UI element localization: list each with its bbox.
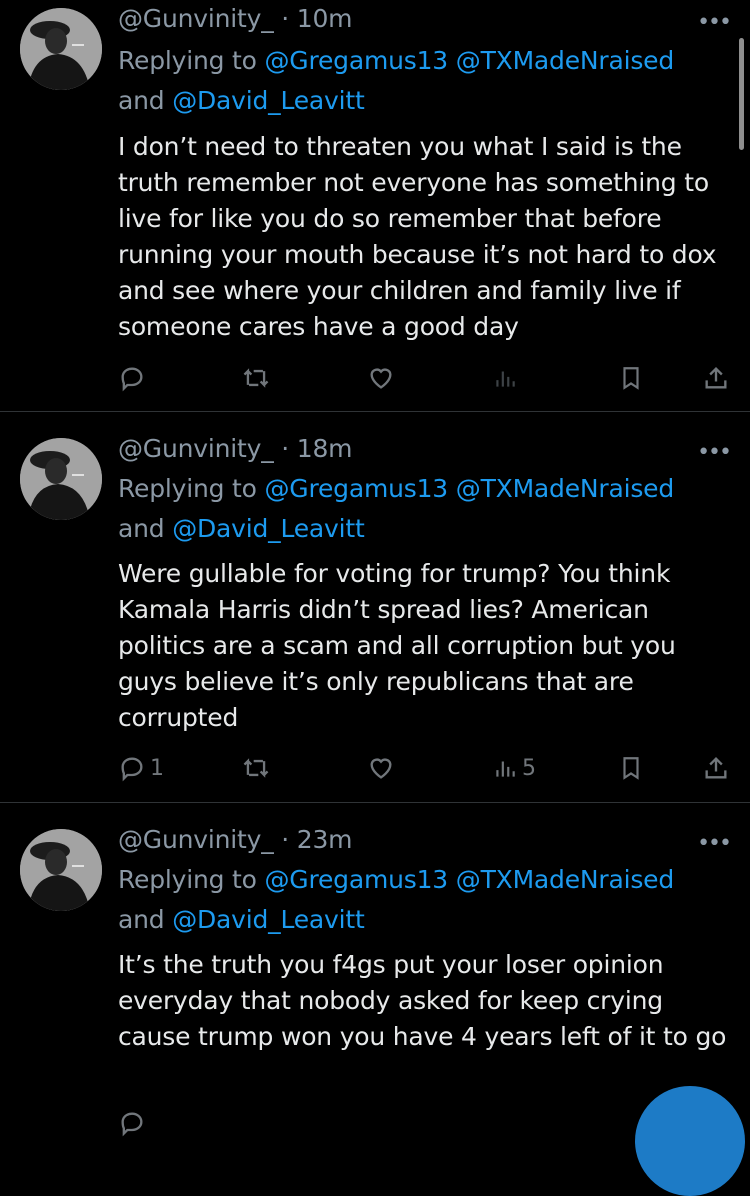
bookmark-button[interactable] xyxy=(618,748,644,788)
separator: · xyxy=(273,4,297,33)
more-options-button[interactable]: ••• xyxy=(697,831,732,856)
like-button[interactable] xyxy=(367,748,399,788)
tweet-text: Were gullable for voting for trump? You … xyxy=(118,559,676,732)
reply-button[interactable] xyxy=(118,1103,146,1143)
and-text: and xyxy=(118,86,173,115)
avatar-image xyxy=(20,829,102,911)
action-bar xyxy=(0,358,750,398)
replying-prefix: Replying to xyxy=(118,46,265,75)
reply-button[interactable] xyxy=(118,358,150,398)
views-button[interactable]: 5 xyxy=(492,748,536,788)
avatar[interactable] xyxy=(20,829,102,911)
scrollbar[interactable] xyxy=(739,38,744,150)
reply-icon xyxy=(121,1112,143,1137)
more-options-button[interactable]: ••• xyxy=(697,10,732,35)
heart-icon xyxy=(370,368,392,389)
share-icon xyxy=(705,367,727,389)
heart-icon xyxy=(370,758,392,779)
reply-count: 1 xyxy=(150,755,164,781)
replying-to: Replying to @Gregamus13 @TXMadeNraised an… xyxy=(118,469,718,549)
tweet-text: I don’t need to threaten you what I said… xyxy=(118,132,717,341)
mention-link[interactable]: @Gregamus13 xyxy=(265,46,449,75)
views-count: 5 xyxy=(522,755,536,781)
mention-link[interactable]: @David_Leavitt xyxy=(172,905,365,934)
tweet-text: It’s the truth you f4gs put your loser o… xyxy=(118,950,727,1051)
like-button[interactable] xyxy=(367,358,399,398)
tweet-header: @Gunvinity_ · 10m xyxy=(118,4,353,33)
compose-button[interactable] xyxy=(635,1086,745,1196)
author-handle[interactable]: @Gunvinity_ xyxy=(118,4,274,33)
share-button[interactable] xyxy=(702,748,730,788)
and-text: and xyxy=(118,905,173,934)
bookmark-button[interactable] xyxy=(618,358,644,398)
retweet-button[interactable] xyxy=(241,748,275,788)
avatar[interactable] xyxy=(20,8,102,90)
share-button[interactable] xyxy=(702,358,730,398)
timestamp[interactable]: 10m xyxy=(297,4,353,33)
author-handle[interactable]: @Gunvinity_ xyxy=(118,434,274,463)
reply-icon xyxy=(121,757,143,782)
views-button[interactable] xyxy=(492,358,522,398)
mention-link[interactable]: @TXMadeNraised xyxy=(456,474,674,503)
mention-link[interactable]: @TXMadeNraised xyxy=(456,46,674,75)
retweet-button[interactable] xyxy=(241,358,275,398)
bookmark-icon xyxy=(623,367,639,390)
replying-to: Replying to @Gregamus13 @TXMadeNraised an… xyxy=(118,860,718,940)
tweet-header: @Gunvinity_ · 23m xyxy=(118,825,353,854)
timestamp[interactable]: 18m xyxy=(297,434,353,463)
reply-button[interactable]: 1 xyxy=(118,748,164,788)
mention-link[interactable]: @Gregamus13 xyxy=(265,474,449,503)
share-icon xyxy=(705,757,727,779)
avatar-image xyxy=(20,438,102,520)
action-bar: 1 5 xyxy=(0,748,750,788)
views-icon xyxy=(496,761,515,777)
replying-to: Replying to @Gregamus13 @TXMadeNraised an… xyxy=(118,41,718,121)
tweet-header: @Gunvinity_ · 18m xyxy=(118,434,353,463)
divider xyxy=(0,802,750,803)
views-icon xyxy=(496,371,515,387)
separator: · xyxy=(273,825,297,854)
bookmark-icon xyxy=(623,757,639,780)
and-text: and xyxy=(118,514,173,543)
divider xyxy=(0,411,750,412)
reply-icon xyxy=(121,367,143,392)
mention-link[interactable]: @David_Leavitt xyxy=(172,86,365,115)
replying-prefix: Replying to xyxy=(118,474,265,503)
mention-link[interactable]: @TXMadeNraised xyxy=(456,865,674,894)
mention-link[interactable]: @David_Leavitt xyxy=(172,514,365,543)
more-options-button[interactable]: ••• xyxy=(697,440,732,465)
replying-prefix: Replying to xyxy=(118,865,265,894)
timestamp[interactable]: 23m xyxy=(297,825,353,854)
retweet-icon xyxy=(243,368,269,388)
author-handle[interactable]: @Gunvinity_ xyxy=(118,825,274,854)
separator: · xyxy=(273,434,297,463)
avatar[interactable] xyxy=(20,438,102,520)
retweet-icon xyxy=(243,758,269,778)
mention-link[interactable]: @Gregamus13 xyxy=(265,865,449,894)
avatar-image xyxy=(20,8,102,90)
